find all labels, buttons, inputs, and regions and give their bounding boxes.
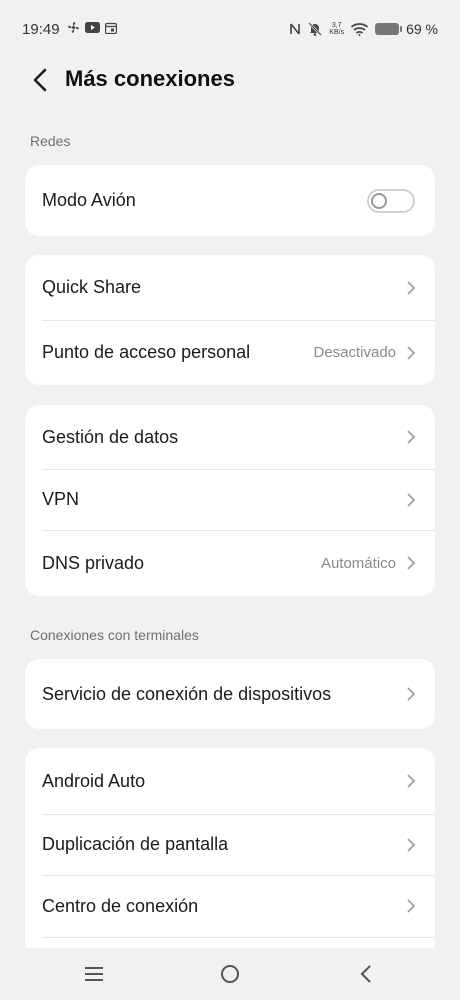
row-label: Quick Share bbox=[42, 277, 142, 297]
status-bar: 19:49 3,7 KB/s 69 % bbox=[0, 0, 460, 60]
status-time: 19:49 bbox=[22, 21, 60, 38]
card-data: Gestión de datos VPN DNS privado Automát… bbox=[25, 405, 435, 596]
battery-percent: 69 % bbox=[406, 21, 438, 37]
chevron-right-icon bbox=[407, 899, 416, 913]
row-vpn[interactable]: VPN bbox=[25, 469, 435, 530]
chevron-right-icon bbox=[407, 492, 416, 507]
card-connections: Android Auto Duplicación de pantalla Cen… bbox=[25, 748, 435, 958]
chevron-right-icon bbox=[407, 345, 416, 360]
row-label: Gestión de datos bbox=[42, 426, 179, 447]
calendar-icon bbox=[105, 22, 117, 34]
row-dns[interactable]: DNS privado Automático bbox=[25, 530, 435, 596]
row-modo-avion[interactable]: Modo Avión bbox=[25, 165, 435, 236]
chevron-right-icon bbox=[407, 687, 416, 701]
page-title: Más conexiones bbox=[65, 66, 235, 91]
row-label: DNS privado bbox=[42, 552, 145, 573]
row-android-auto[interactable]: Android Auto bbox=[25, 748, 435, 814]
row-centro-conexion[interactable]: Centro de conexión bbox=[25, 875, 435, 937]
card-airplane: Modo Avión bbox=[25, 165, 435, 236]
row-label: Centro de conexión bbox=[42, 895, 199, 916]
card-sharing: Quick Share Punto de acceso personal Des… bbox=[25, 255, 435, 385]
row-duplicacion[interactable]: Duplicación de pantalla bbox=[25, 814, 435, 875]
navigation-bar bbox=[0, 948, 460, 1000]
chevron-right-icon bbox=[407, 774, 416, 788]
row-servicio-conexion[interactable]: Servicio de conexión de dispositivos bbox=[25, 659, 435, 729]
chevron-right-icon bbox=[407, 837, 416, 852]
wifi-icon bbox=[351, 22, 369, 36]
card-device-service: Servicio de conexión de dispositivos bbox=[25, 659, 435, 729]
nfc-icon bbox=[290, 23, 301, 35]
back-icon[interactable] bbox=[352, 962, 380, 986]
chevron-right-icon bbox=[407, 556, 416, 570]
chevron-right-icon bbox=[407, 430, 416, 444]
menu-icon[interactable] bbox=[80, 962, 108, 986]
row-quick-share[interactable]: Quick Share bbox=[25, 255, 435, 320]
row-label: Android Auto bbox=[42, 770, 146, 791]
row-gestion-datos[interactable]: Gestión de datos bbox=[25, 405, 435, 469]
airplane-mode-toggle[interactable] bbox=[367, 188, 415, 213]
chevron-right-icon bbox=[407, 280, 416, 295]
header: Más conexiones bbox=[0, 58, 460, 102]
row-punto-acceso[interactable]: Punto de acceso personal Desactivado bbox=[25, 320, 435, 385]
fan-icon bbox=[68, 22, 79, 33]
toggle-knob bbox=[371, 192, 387, 209]
row-value: Automático bbox=[320, 554, 396, 572]
home-icon[interactable] bbox=[216, 962, 244, 986]
net-speed: 3,7 KB/s bbox=[329, 22, 345, 36]
row-value: Desactivado bbox=[313, 344, 396, 361]
row-label: Punto de acceso personal bbox=[42, 342, 251, 362]
section-label-conexiones: Conexiones con terminales bbox=[30, 627, 199, 643]
row-label: Modo Avión bbox=[42, 190, 136, 210]
youtube-icon bbox=[85, 22, 100, 33]
chevron-left-icon[interactable] bbox=[30, 67, 52, 93]
mute-icon bbox=[308, 22, 323, 36]
section-label-redes: Redes bbox=[30, 133, 71, 149]
battery-icon bbox=[375, 23, 403, 35]
row-label: Servicio de conexión de dispositivos bbox=[42, 683, 332, 704]
row-label: VPN bbox=[42, 489, 80, 509]
row-label: Duplicación de pantalla bbox=[42, 834, 229, 854]
